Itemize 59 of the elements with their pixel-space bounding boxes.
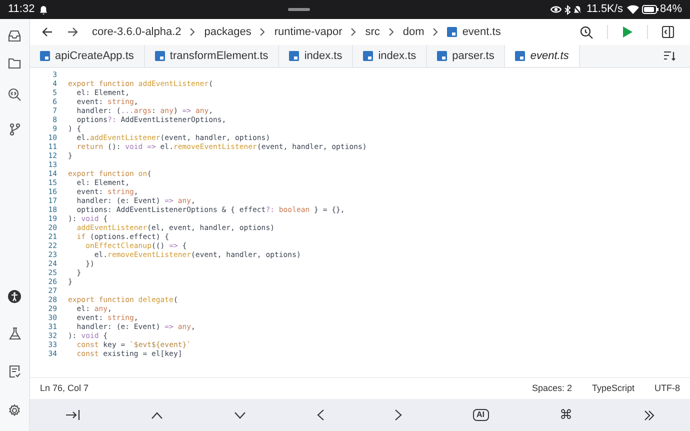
notification-bell-icon xyxy=(38,4,48,14)
chevron-right-icon[interactable] xyxy=(394,409,402,421)
chevron-right-icon xyxy=(388,28,394,36)
settings-icon[interactable] xyxy=(8,404,21,417)
code-search-icon[interactable] xyxy=(8,88,21,101)
chevron-right-icon xyxy=(433,28,438,36)
wifi-icon xyxy=(626,5,639,14)
eye-icon xyxy=(550,5,562,14)
battery-percent: 84% xyxy=(660,2,682,18)
typescript-file-icon xyxy=(447,27,458,37)
file-tab[interactable]: apiCreateApp.ts xyxy=(30,45,145,67)
chevron-up-icon[interactable] xyxy=(150,412,162,418)
typescript-file-icon xyxy=(289,51,300,61)
flask-icon[interactable] xyxy=(8,327,20,340)
typescript-file-icon xyxy=(437,51,448,61)
bluetooth-icon xyxy=(564,4,572,14)
branch-icon[interactable] xyxy=(8,123,20,136)
typescript-file-icon xyxy=(154,51,165,61)
folder-icon[interactable] xyxy=(8,58,21,69)
file-tab[interactable]: event.ts xyxy=(505,45,580,67)
typescript-file-icon xyxy=(515,51,526,61)
command-key-button[interactable]: ⌘ xyxy=(560,408,572,422)
breadcrumb-item[interactable]: runtime-vapor xyxy=(274,24,342,40)
encoding-setting[interactable]: UTF-8 xyxy=(654,382,680,396)
inbox-icon[interactable] xyxy=(8,30,21,42)
chevron-right-icon xyxy=(351,28,356,36)
tab-key-icon[interactable] xyxy=(66,410,80,420)
checklist-icon[interactable] xyxy=(8,365,20,378)
double-chevron-right-icon[interactable] xyxy=(644,410,654,420)
mute-bell-icon xyxy=(573,4,582,14)
chevron-right-icon xyxy=(260,28,266,36)
ai-button[interactable]: AI xyxy=(472,409,488,421)
cursor-position[interactable]: Ln 76, Col 7 xyxy=(40,382,89,396)
forward-arrow-icon[interactable] xyxy=(67,27,78,37)
network-speed: 11.5K/s xyxy=(586,2,623,18)
breadcrumb-item[interactable]: packages xyxy=(204,24,252,40)
breadcrumb-item[interactable]: core-3.6.0-alpha.2 xyxy=(92,24,182,40)
file-tab[interactable]: transformElement.ts xyxy=(144,45,280,67)
search-icon[interactable] xyxy=(580,26,593,38)
typescript-file-icon xyxy=(363,51,374,61)
sort-icon[interactable] xyxy=(664,51,676,61)
back-arrow-icon[interactable] xyxy=(42,27,53,37)
panel-toggle-icon[interactable] xyxy=(662,26,674,38)
chevron-left-icon[interactable] xyxy=(316,409,324,421)
clock-time: 11:32 xyxy=(8,2,35,18)
indentation-setting[interactable]: Spaces: 2 xyxy=(532,382,572,396)
chevron-right-icon xyxy=(190,28,196,36)
accessibility-icon[interactable] xyxy=(8,290,21,303)
file-tab[interactable]: index.ts xyxy=(353,45,428,67)
file-tab[interactable]: index.ts xyxy=(279,45,354,67)
breadcrumb-item[interactable]: src xyxy=(365,24,380,40)
battery-icon xyxy=(642,5,659,14)
breadcrumb-item[interactable]: dom xyxy=(402,24,424,40)
chevron-down-icon[interactable] xyxy=(234,412,246,418)
run-icon[interactable] xyxy=(622,26,633,38)
language-mode[interactable]: TypeScript xyxy=(592,382,634,396)
breadcrumb-item[interactable]: event.ts xyxy=(462,24,501,40)
typescript-file-icon xyxy=(40,51,50,61)
drag-handle[interactable] xyxy=(288,8,310,11)
